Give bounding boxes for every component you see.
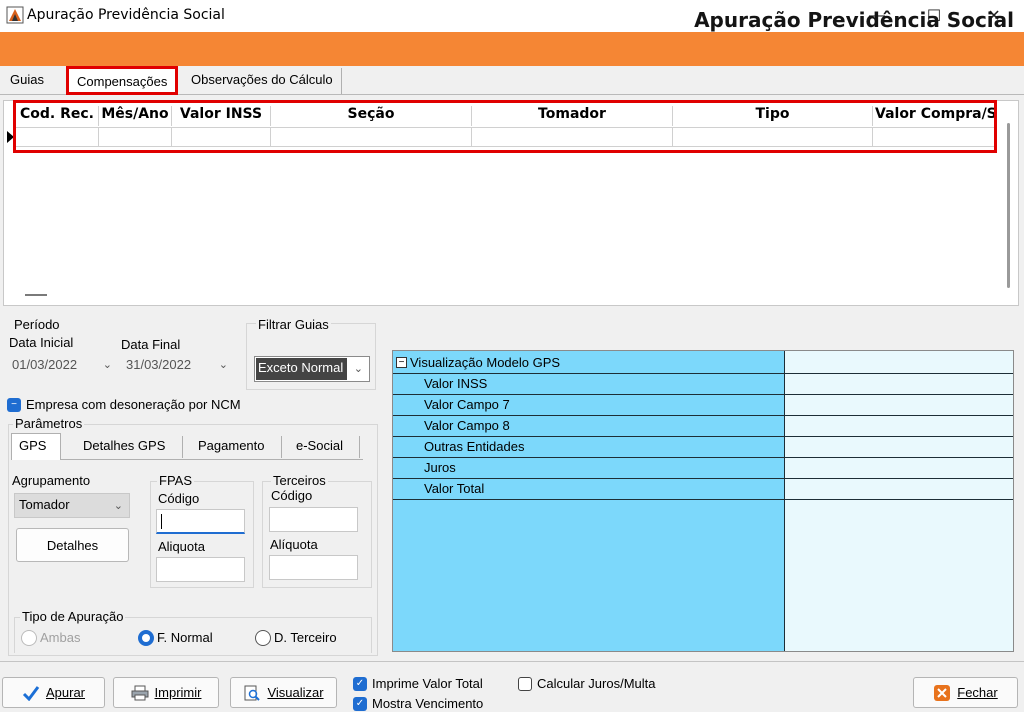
vertical-scrollbar[interactable] bbox=[1007, 123, 1010, 288]
preview-icon bbox=[243, 685, 261, 701]
data-final-field[interactable]: 31/03/2022 ⌄ bbox=[122, 354, 234, 378]
terceiros-codigo-input[interactable] bbox=[269, 507, 358, 532]
fpas-aliquota-label: Aliquota bbox=[158, 539, 205, 554]
gps-root-row[interactable]: − Visualização Modelo GPS bbox=[393, 353, 1013, 374]
app-icon bbox=[6, 6, 24, 24]
apurar-button[interactable]: Apurar bbox=[2, 677, 105, 708]
radio-ambas[interactable] bbox=[21, 630, 37, 646]
gps-row[interactable]: Valor Campo 7 bbox=[393, 395, 1013, 416]
mostra-vencimento-checkbox[interactable]: ✓ bbox=[353, 697, 367, 711]
gps-row-label: Juros bbox=[424, 460, 456, 475]
gps-row-label: Valor Campo 8 bbox=[424, 418, 510, 433]
radio-d-terceiro-label: D. Terceiro bbox=[274, 630, 337, 645]
agrupamento-select[interactable]: Tomador ⌄ bbox=[14, 493, 130, 518]
data-inicial-field[interactable]: 01/03/2022 ⌄ bbox=[8, 354, 118, 378]
fpas-codigo-label: Código bbox=[158, 491, 200, 506]
data-inicial-label: Data Inicial bbox=[9, 335, 74, 350]
gps-value-cell[interactable] bbox=[785, 416, 1013, 436]
terceiros-label: Terceiros bbox=[271, 473, 328, 488]
grid-header-highlight bbox=[13, 100, 997, 153]
subtab-detalhes-gps[interactable]: Detalhes GPS bbox=[77, 434, 171, 460]
gps-row[interactable]: Outras Entidades bbox=[393, 437, 1013, 458]
gps-value-cell[interactable] bbox=[785, 479, 1013, 499]
gps-row[interactable]: Valor INSS bbox=[393, 374, 1013, 395]
radio-d-terceiro[interactable] bbox=[255, 630, 271, 646]
gps-row[interactable]: Juros bbox=[393, 458, 1013, 479]
subtab-esocial[interactable]: e-Social bbox=[290, 434, 349, 460]
gps-row[interactable]: Valor Total bbox=[393, 479, 1013, 500]
parametros-label: Parâmetros bbox=[13, 416, 85, 431]
fechar-label: Fechar bbox=[957, 685, 998, 700]
gps-value-cell[interactable] bbox=[785, 458, 1013, 478]
terceiros-aliquota-input[interactable] bbox=[269, 555, 358, 580]
gps-row-label: Valor Total bbox=[424, 481, 485, 496]
data-inicial-value: 01/03/2022 bbox=[12, 357, 78, 372]
data-final-value: 31/03/2022 bbox=[126, 357, 192, 372]
bottom-divider bbox=[0, 661, 1024, 662]
checkmark-icon bbox=[22, 685, 40, 701]
chevron-down-icon[interactable]: ⌄ bbox=[354, 362, 363, 375]
visualizar-label: Visualizar bbox=[267, 685, 324, 700]
gps-row-label: Valor INSS bbox=[424, 376, 488, 391]
periodo-label: Período bbox=[14, 317, 60, 332]
gps-row-label: Valor Campo 7 bbox=[424, 397, 510, 412]
desoneracao-checkbox[interactable]: − bbox=[7, 398, 21, 412]
gps-value-cell[interactable] bbox=[785, 437, 1013, 457]
mostra-vencimento-label: Mostra Vencimento bbox=[372, 696, 484, 711]
gps-row[interactable]: Valor Campo 8 bbox=[393, 416, 1013, 437]
imprime-total-label: Imprime Valor Total bbox=[372, 676, 483, 691]
apurar-label: Apurar bbox=[45, 685, 86, 700]
data-final-label: Data Final bbox=[121, 337, 181, 352]
calcular-juros-label: Calcular Juros/Multa bbox=[537, 676, 656, 691]
filtrar-guias-label: Filtrar Guias bbox=[256, 317, 331, 332]
chevron-down-icon[interactable]: ⌄ bbox=[219, 358, 228, 371]
gps-root-label: Visualização Modelo GPS bbox=[410, 355, 561, 370]
fpas-codigo-input[interactable] bbox=[156, 509, 245, 534]
tipo-apuracao-label: Tipo de Apuração bbox=[20, 609, 126, 624]
gps-value-cell[interactable] bbox=[785, 353, 1013, 373]
gps-row-label: Outras Entidades bbox=[424, 439, 525, 454]
subtab-pagamento[interactable]: Pagamento bbox=[192, 434, 271, 460]
radio-f-normal[interactable] bbox=[138, 630, 154, 646]
header-title: Apuração Previdência Social bbox=[694, 8, 1014, 32]
text-cursor bbox=[161, 514, 162, 529]
fechar-button[interactable]: Fechar bbox=[913, 677, 1018, 708]
gps-value-cell[interactable] bbox=[785, 395, 1013, 415]
fpas-aliquota-input[interactable] bbox=[156, 557, 245, 582]
tab-separator bbox=[281, 436, 282, 458]
calcular-juros-checkbox[interactable] bbox=[518, 677, 532, 691]
tab-observacoes-calculo[interactable]: Observações do Cálculo bbox=[185, 68, 342, 94]
terceiros-aliquota-label: Alíquota bbox=[270, 537, 318, 552]
radio-f-normal-label: F. Normal bbox=[157, 630, 213, 645]
collapse-icon[interactable]: − bbox=[396, 357, 407, 368]
tab-guias[interactable]: Guias bbox=[4, 68, 50, 94]
tab-separator bbox=[182, 436, 183, 458]
agrupamento-label: Agrupamento bbox=[12, 473, 91, 488]
visualizar-button[interactable]: Visualizar bbox=[230, 677, 337, 708]
gps-value-cell[interactable] bbox=[785, 374, 1013, 394]
fpas-label: FPAS bbox=[157, 473, 194, 488]
desoneracao-label: Empresa com desoneração por NCM bbox=[26, 397, 241, 412]
filtrar-guias-value: Exceto Normal bbox=[256, 358, 347, 380]
subtab-gps[interactable]: GPS bbox=[11, 433, 61, 460]
tab-separator bbox=[359, 436, 360, 458]
window-title: Apuração Previdência Social bbox=[27, 7, 225, 23]
imprimir-label: Imprimir bbox=[154, 685, 202, 700]
imprime-total-checkbox[interactable]: ✓ bbox=[353, 677, 367, 691]
radio-ambas-label: Ambas bbox=[40, 630, 81, 645]
horizontal-scrollbar[interactable] bbox=[25, 294, 47, 296]
agrupamento-value: Tomador bbox=[19, 497, 70, 512]
imprimir-button[interactable]: Imprimir bbox=[113, 677, 219, 708]
chevron-down-icon[interactable]: ⌄ bbox=[103, 358, 112, 371]
close-icon bbox=[933, 684, 951, 701]
printer-icon bbox=[131, 685, 149, 701]
chevron-down-icon[interactable]: ⌄ bbox=[114, 499, 123, 512]
terceiros-codigo-label: Código bbox=[271, 488, 313, 503]
header-banner bbox=[0, 32, 1024, 66]
tab-compensacoes[interactable]: Compensações bbox=[66, 66, 178, 95]
detalhes-button[interactable]: Detalhes bbox=[16, 528, 129, 562]
